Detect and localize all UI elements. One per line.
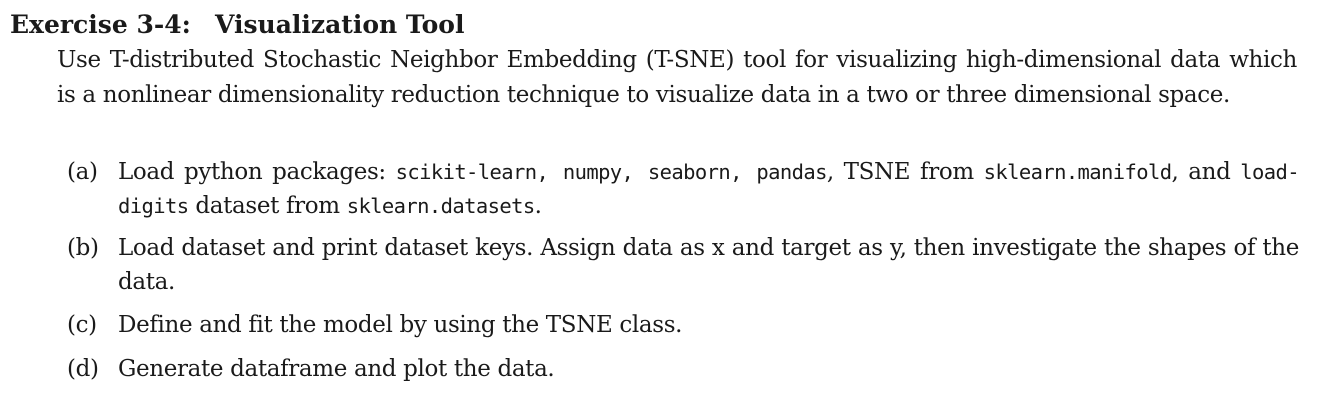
task-item-c: (c) Define and fit the model by using th… [67,308,1299,342]
code-module-datasets: sklearn.datasets [346,194,535,218]
task-text-part: . [534,193,542,219]
task-text: Generate dataframe and plot the data. [118,356,555,382]
task-text-part: , TSNE from [826,159,984,185]
task-marker: (c) [67,312,97,338]
exercise-intro: Use T-distributed Stochastic Neighbor Em… [57,47,1297,108]
exercise-page: Exercise 3-4: Visualization Tool Use T-di… [0,0,1326,410]
task-marker: (b) [67,235,99,261]
task-item-b: (b) Load dataset and print dataset keys.… [67,231,1299,299]
task-text-part: Load python packages: [118,159,396,185]
task-text: Define and fit the model by using the TS… [118,312,683,338]
code-package-list: scikit-learn, numpy, seaborn, pandas [395,160,828,184]
task-text-part: dataset from [188,193,347,219]
task-marker: (d) [67,356,99,382]
task-text-part: , and [1171,159,1241,185]
task-marker: (a) [67,159,98,185]
exercise-heading: Exercise 3-4: Visualization Tool [10,8,464,42]
code-module-manifold: sklearn.manifold [983,160,1172,184]
task-text: Load dataset and print dataset keys. Ass… [118,235,1299,295]
task-item-d: (d) Generate dataframe and plot the data… [67,352,1299,386]
task-item-a: (a) Load python packages: scikit-learn, … [67,155,1300,223]
exercise-title: Visualization Tool [215,10,465,39]
exercise-number: Exercise 3-4: [10,10,191,39]
task-text: Load python packages: scikit-learn, nump… [118,155,1300,223]
